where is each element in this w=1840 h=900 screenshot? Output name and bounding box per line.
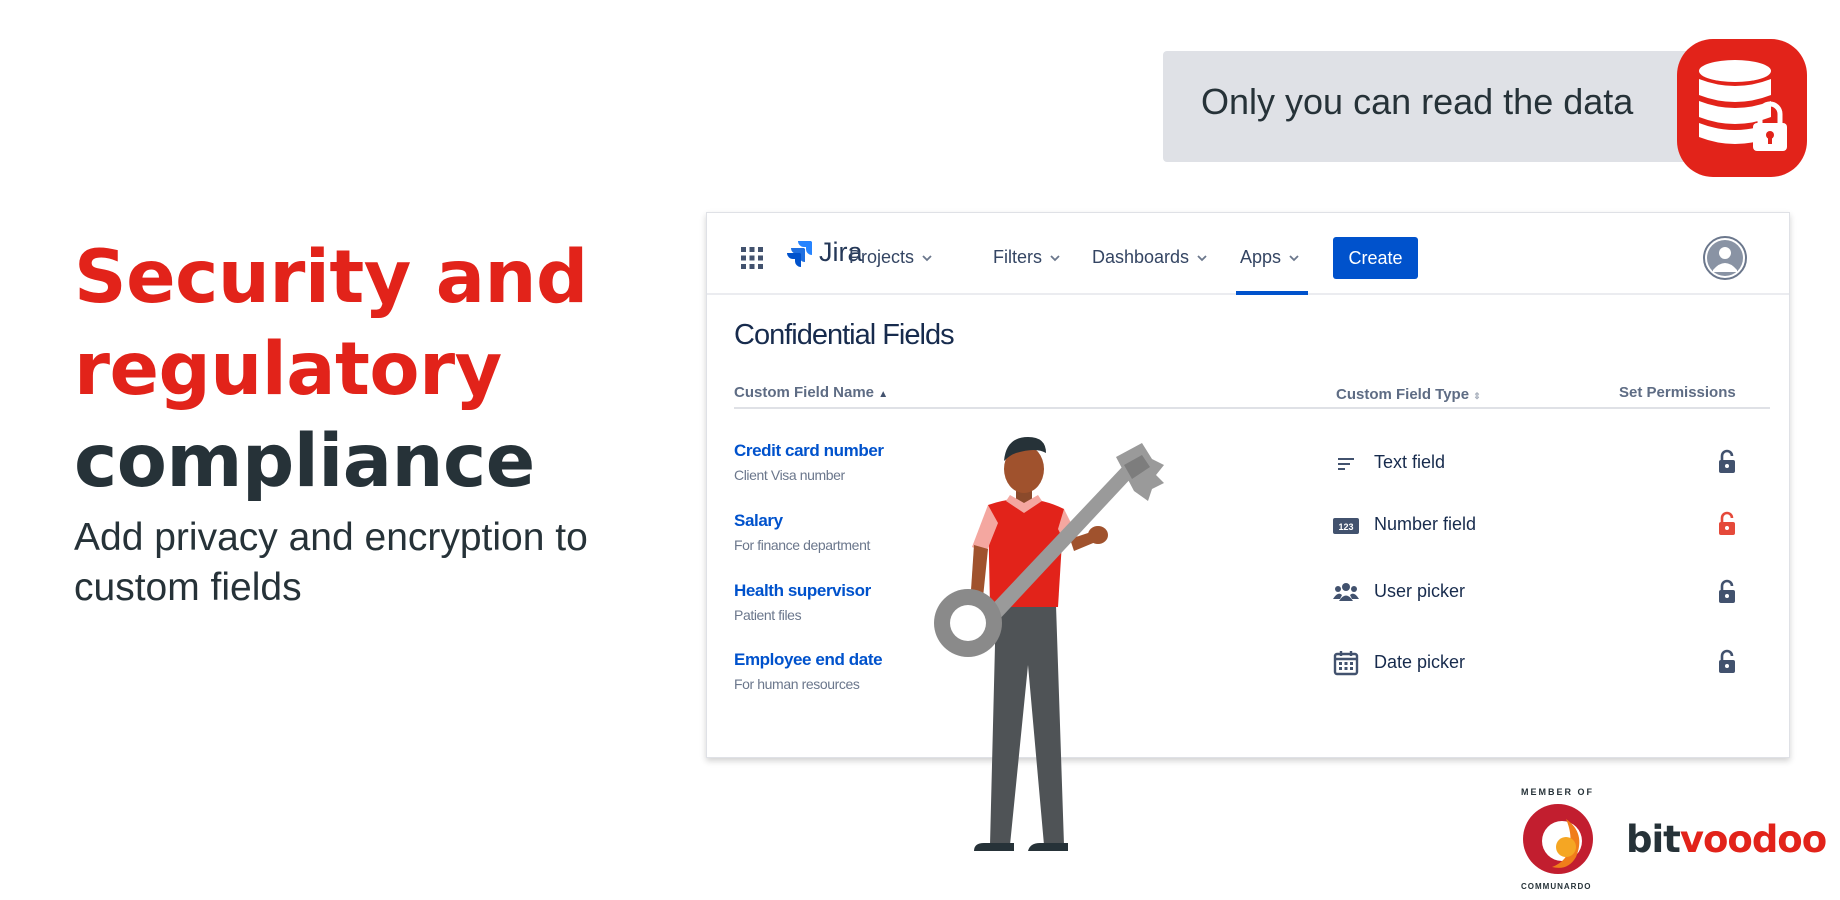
unlock-icon[interactable] <box>1717 649 1737 675</box>
field-desc-credit-card: Client Visa number <box>734 467 845 483</box>
chevron-down-icon <box>1289 254 1299 261</box>
field-name-salary[interactable]: Salary <box>734 511 783 531</box>
nav-projects[interactable]: Projects <box>849 247 932 268</box>
sort-icon: ⇕ <box>1473 391 1481 401</box>
communardo-logo-icon <box>1523 804 1593 874</box>
nav-projects-label: Projects <box>849 247 915 267</box>
nav-apps[interactable]: Apps <box>1240 247 1299 268</box>
banner-text: Only you can read the data <box>1201 81 1634 122</box>
page-title: Confidential Fields <box>734 319 955 351</box>
column-header-name-label: Custom Field Name <box>734 384 875 401</box>
headline-dark: compliance <box>74 419 535 504</box>
nav-filters-label: Filters <box>993 247 1042 267</box>
field-type-credit-card: Text field <box>1374 452 1446 472</box>
chevron-down-icon <box>922 254 932 261</box>
active-tab-indicator <box>1236 291 1308 295</box>
column-header-type-label: Custom Field Type <box>1336 386 1470 403</box>
column-header-type[interactable]: Custom Field Type ⇕ <box>1336 386 1481 403</box>
bitvoodoo-logo: bitvoodoo <box>1626 818 1827 861</box>
header-divider <box>734 407 1770 409</box>
create-button[interactable]: Create <box>1333 237 1418 279</box>
nav-filters[interactable]: Filters <box>993 247 1060 268</box>
nav-apps-label: Apps <box>1240 247 1282 267</box>
headline-red-line-2: regulatory <box>74 327 502 412</box>
unlock-icon[interactable] <box>1717 511 1737 537</box>
field-type-health-supervisor: User picker <box>1374 581 1466 601</box>
nav-dashboards-label: Dashboards <box>1092 247 1190 267</box>
member-of-label: MEMBER OF <box>1521 787 1594 797</box>
chevron-down-icon <box>1050 254 1060 261</box>
field-name-health-supervisor[interactable]: Health supervisor <box>734 581 871 601</box>
info-banner: Only you can read the data <box>1163 51 1723 162</box>
unlock-icon[interactable] <box>1717 579 1737 605</box>
nav-dashboards[interactable]: Dashboards <box>1092 247 1207 268</box>
unlock-icon[interactable] <box>1717 449 1737 475</box>
bitvoodoo-logo-bit: bit <box>1626 818 1681 861</box>
field-desc-health-supervisor: Patient files <box>734 607 802 623</box>
column-header-name[interactable]: Custom Field Name ▲ <box>734 384 888 401</box>
field-desc-salary: For finance department <box>734 537 870 553</box>
bitvoodoo-logo-voodoo: voodoo <box>1679 818 1827 861</box>
field-name-employee-end-date[interactable]: Employee end date <box>734 650 883 670</box>
hero-subtitle: Add privacy and encryption to custom fie… <box>74 516 588 609</box>
column-header-permissions: Set Permissions <box>1619 384 1736 401</box>
field-desc-employee-end-date: For human resources <box>734 676 860 692</box>
user-avatar-icon[interactable] <box>1703 236 1747 280</box>
headline-red-line-1: Security and <box>74 235 588 320</box>
person-with-key-illustration <box>934 437 1164 851</box>
jira-window: Jira Projects Filters Dashboards Apps Cr… <box>706 212 1790 758</box>
field-type-employee-end-date: Date picker <box>1374 652 1466 672</box>
database-lock-icon <box>1677 39 1807 177</box>
field-type-salary: Number field <box>1374 514 1477 534</box>
hero-headline: Security and regulatory compliance <box>74 232 634 508</box>
text-lines-icon <box>1338 458 1354 470</box>
people-icon <box>1333 583 1359 601</box>
jira-logo-icon[interactable] <box>787 241 813 267</box>
field-name-credit-card[interactable]: Credit card number <box>734 441 884 461</box>
chevron-down-icon <box>1197 254 1207 261</box>
number-123-icon: 123 <box>1333 518 1359 534</box>
svg-text:123: 123 <box>1338 522 1353 532</box>
top-nav: Jira Projects Filters Dashboards Apps Cr… <box>707 213 1789 295</box>
sort-asc-icon: ▲ <box>878 389 889 400</box>
calendar-icon <box>1333 651 1359 676</box>
communardo-label: COMMUNARDO <box>1521 882 1592 891</box>
app-switcher-icon[interactable] <box>741 247 763 269</box>
